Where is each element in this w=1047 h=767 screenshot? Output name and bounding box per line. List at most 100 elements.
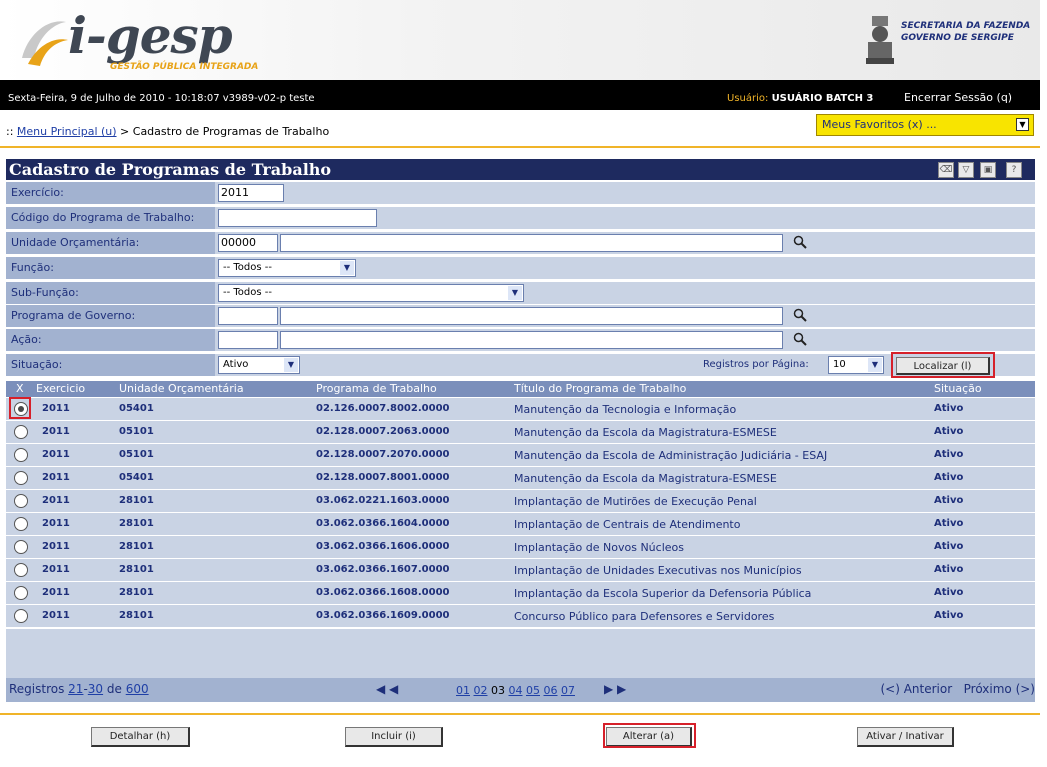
programa-governo-label: Programa de Governo: [6, 305, 215, 327]
unidade-code-input[interactable]: 00000 [218, 234, 278, 252]
row-select-radio[interactable] [14, 425, 28, 439]
table-row[interactable]: 2011 28101 03.062.0366.1604.0000 Implantaçã… [6, 513, 1035, 535]
cell-unidade: 05401 [119, 403, 154, 414]
situacao-select[interactable]: Ativo ▼ [218, 356, 300, 374]
pager-nav: (<) Anterior Próximo (>) [880, 682, 1035, 696]
row-select-radio[interactable] [14, 517, 28, 531]
table-row[interactable]: 2011 28101 03.062.0221.1603.0000 Implantaçã… [6, 490, 1035, 512]
table-row[interactable]: 2011 05101 02.128.0007.2063.0000 Manutenção… [6, 421, 1035, 443]
page-link[interactable]: 04 [509, 684, 523, 697]
row-select-radio[interactable] [14, 540, 28, 554]
chevron-down-icon: ▼ [284, 358, 298, 372]
cell-unidade: 28101 [119, 541, 154, 552]
exercicio-input[interactable]: 2011 [218, 184, 284, 202]
igesp-swirl-icon [22, 21, 68, 66]
table-row[interactable]: 2011 28101 03.062.0366.1607.0000 Implantaçã… [6, 559, 1035, 581]
search-icon[interactable] [793, 235, 807, 249]
incluir-button[interactable]: Incluir (i) [345, 727, 443, 747]
registros-por-pagina-select[interactable]: 10 ▼ [828, 356, 884, 374]
codigo-programa-input[interactable] [218, 209, 377, 227]
cell-situacao: Ativo [934, 472, 964, 483]
row-select-radio[interactable] [14, 494, 28, 508]
favorites-dropdown[interactable]: Meus Favoritos (x) ... ▼ [816, 114, 1034, 136]
breadcrumb-home-link[interactable]: Menu Principal (u) [17, 125, 117, 138]
cell-exercicio: 2011 [42, 449, 70, 460]
last-page-icon[interactable]: ▶ ▶ [604, 682, 626, 696]
table-row[interactable]: 2011 05401 02.126.0007.8002.0000 Manutenção… [6, 397, 1035, 420]
app-logo-subtitle: GESTÃO PÚBLICA INTEGRADA [110, 62, 259, 72]
acao-code-input[interactable] [218, 331, 278, 349]
page-title: Cadastro de Programas de Trabalho [9, 160, 332, 179]
col-header-situacao: Situação [934, 382, 982, 395]
total-link[interactable]: 600 [126, 682, 149, 696]
row-select-radio[interactable] [14, 471, 28, 485]
funcao-select[interactable]: -- Todos -- ▼ [218, 259, 356, 277]
cell-unidade: 05101 [119, 426, 154, 437]
col-header-programa: Programa de Trabalho [316, 382, 437, 395]
cell-exercicio: 2011 [42, 541, 70, 552]
situacao-label: Situação: [6, 354, 215, 376]
page-link[interactable]: 06 [544, 684, 558, 697]
current-page: 03 [491, 684, 505, 697]
next-link[interactable]: Próximo (>) [964, 682, 1035, 696]
user-label: Usuário: [727, 93, 769, 104]
page-link[interactable]: 05 [526, 684, 540, 697]
table-row[interactable]: 2011 05401 02.128.0007.8001.0000 Manutenção… [6, 467, 1035, 489]
chevron-down-icon: ▼ [340, 261, 354, 275]
divider [0, 713, 1040, 715]
cell-unidade: 05101 [119, 449, 154, 460]
row-select-radio[interactable] [14, 586, 28, 600]
cell-situacao: Ativo [934, 587, 964, 598]
range-end-link[interactable]: 30 [88, 682, 103, 696]
acao-description-input[interactable] [280, 331, 783, 349]
page-link[interactable]: 01 [456, 684, 470, 697]
window-icon[interactable]: ▣ [980, 162, 996, 178]
exercicio-label: Exercício: [6, 182, 215, 204]
previous-link[interactable]: (<) Anterior [880, 682, 952, 696]
unidade-label: Unidade Orçamentária: [6, 232, 215, 254]
filter-icon[interactable]: ▽ [958, 162, 974, 178]
search-icon[interactable] [793, 308, 807, 322]
logout-link[interactable]: Encerrar Sessão (q) [904, 91, 1012, 104]
page-link[interactable]: 02 [474, 684, 488, 697]
row-select-radio[interactable] [14, 448, 28, 462]
row-select-radio[interactable] [14, 609, 28, 623]
table-row[interactable]: 2011 05101 02.128.0007.2070.0000 Manutenção… [6, 444, 1035, 466]
form-row-programa: Programa de Governo: [6, 305, 1035, 327]
subfuncao-select[interactable]: -- Todos -- ▼ [218, 284, 524, 302]
cell-programa: 03.062.0366.1608.0000 [316, 587, 450, 598]
chevron-down-icon: ▼ [508, 286, 522, 300]
unidade-description-input[interactable] [280, 234, 783, 252]
cell-situacao: Ativo [934, 564, 964, 575]
ativar-inativar-button[interactable]: Ativar / Inativar [857, 727, 954, 747]
form-row-codigo: Código do Programa de Trabalho: [6, 207, 1035, 229]
cell-situacao: Ativo [934, 495, 964, 506]
row-select-radio[interactable] [14, 563, 28, 577]
programa-description-input[interactable] [280, 307, 783, 325]
registros-por-pagina-label: Registros por Página: [703, 359, 809, 370]
form-row-unidade: Unidade Orçamentária: 00000 [6, 232, 1035, 254]
clear-icon[interactable]: ⌫ [938, 162, 954, 178]
range-start-link[interactable]: 21 [68, 682, 83, 696]
help-icon[interactable]: ? [1006, 162, 1022, 178]
cell-exercicio: 2011 [42, 403, 70, 414]
col-header-unidade: Unidade Orçamentária [119, 382, 244, 395]
cell-situacao: Ativo [934, 541, 964, 552]
detalhar-button[interactable]: Detalhar (h) [91, 727, 190, 747]
table-row[interactable]: 2011 28101 03.062.0366.1609.0000 Concurso P… [6, 605, 1035, 627]
table-row[interactable]: 2011 28101 03.062.0366.1606.0000 Implantaçã… [6, 536, 1035, 558]
programa-code-input[interactable] [218, 307, 278, 325]
results-table-header: X Exercicio Unidade Orçamentária Program… [6, 381, 1035, 397]
cell-exercicio: 2011 [42, 564, 70, 575]
subfuncao-selected: -- Todos -- [223, 287, 272, 298]
table-row[interactable]: 2011 28101 03.062.0366.1608.0000 Implantaçã… [6, 582, 1035, 604]
first-page-icon[interactable]: ◀ ◀ [376, 682, 398, 696]
search-icon[interactable] [793, 332, 807, 346]
cell-titulo: Implantação de Mutirões de Execução Pena… [514, 495, 757, 508]
chevron-down-icon: ▼ [868, 358, 882, 372]
page-link[interactable]: 07 [561, 684, 575, 697]
cell-titulo: Implantação da Escola Superior da Defens… [514, 587, 812, 600]
highlight-box [9, 397, 31, 419]
form-row-situacao: Situação: Ativo ▼ Registros por Página: 1… [6, 354, 1035, 376]
app-header: i-gesp GESTÃO PÚBLICA INTEGRADA SECRETAR… [0, 0, 1040, 80]
